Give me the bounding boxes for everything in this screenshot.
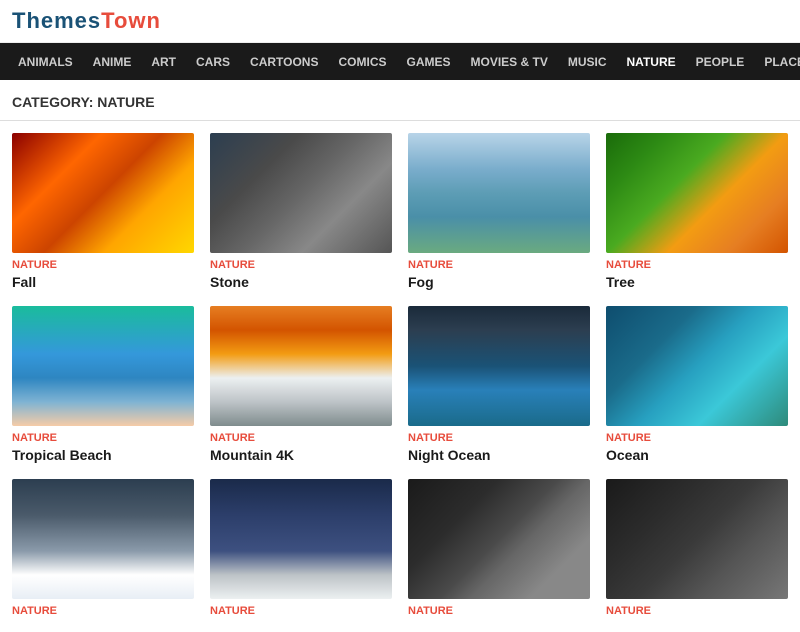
card-image-night-ocean: [408, 306, 590, 426]
card-category-row3-4: NATURE: [606, 605, 788, 617]
card-title-tree: Tree: [606, 274, 788, 290]
card-image-ocean: [606, 306, 788, 426]
nav-people[interactable]: PEOPLE: [686, 45, 755, 79]
card-category-stone: NATURE: [210, 259, 392, 271]
card-category-row3-1: NATURE: [12, 605, 194, 617]
card-image-mountain-4k: [210, 306, 392, 426]
card-image-row3-2: [210, 479, 392, 599]
nav-cartoons[interactable]: CARTOONS: [240, 45, 328, 79]
card-row3-2[interactable]: NATURE: [210, 479, 392, 620]
card-title-night-ocean: Night Ocean: [408, 447, 590, 463]
card-image-row3-4: [606, 479, 788, 599]
card-image-row3-1: [12, 479, 194, 599]
card-fog[interactable]: NATURE Fog: [408, 133, 590, 290]
nav-animals[interactable]: ANIMALS: [8, 45, 83, 79]
category-heading: CATEGORY: NATURE: [0, 80, 800, 121]
card-category-tree: NATURE: [606, 259, 788, 271]
card-category-mountain-4k: NATURE: [210, 432, 392, 444]
site-logo[interactable]: ThemesTown: [12, 8, 788, 34]
cards-grid: NATURE Fall NATURE Stone NATURE Fog NATU…: [0, 121, 800, 632]
card-fall[interactable]: NATURE Fall: [12, 133, 194, 290]
card-title-tropical-beach: Tropical Beach: [12, 447, 194, 463]
card-title-fall: Fall: [12, 274, 194, 290]
card-tree[interactable]: NATURE Tree: [606, 133, 788, 290]
card-image-row3-3: [408, 479, 590, 599]
card-ocean[interactable]: NATURE Ocean: [606, 306, 788, 463]
card-title-stone: Stone: [210, 274, 392, 290]
nav-places[interactable]: PLACES: [754, 45, 800, 79]
card-title-ocean: Ocean: [606, 447, 788, 463]
card-row3-4[interactable]: NATURE: [606, 479, 788, 620]
site-header: ThemesTown: [0, 0, 800, 43]
card-title-mountain-4k: Mountain 4K: [210, 447, 392, 463]
nav-comics[interactable]: COMICS: [328, 45, 396, 79]
card-title-fog: Fog: [408, 274, 590, 290]
card-image-tree: [606, 133, 788, 253]
card-category-fog: NATURE: [408, 259, 590, 271]
card-image-tropical-beach: [12, 306, 194, 426]
nav-games[interactable]: GAMES: [396, 45, 460, 79]
nav-art[interactable]: ART: [141, 45, 186, 79]
card-mountain-4k[interactable]: NATURE Mountain 4K: [210, 306, 392, 463]
card-category-row3-3: NATURE: [408, 605, 590, 617]
main-nav: ANIMALS ANIME ART CARS CARTOONS COMICS G…: [0, 43, 800, 80]
nav-anime[interactable]: ANIME: [83, 45, 142, 79]
card-category-ocean: NATURE: [606, 432, 788, 444]
card-image-fall: [12, 133, 194, 253]
card-category-tropical-beach: NATURE: [12, 432, 194, 444]
card-category-night-ocean: NATURE: [408, 432, 590, 444]
nav-nature[interactable]: NATURE: [617, 45, 686, 79]
nav-movies-tv[interactable]: MOVIES & TV: [461, 45, 558, 79]
card-stone[interactable]: NATURE Stone: [210, 133, 392, 290]
card-row3-3[interactable]: NATURE: [408, 479, 590, 620]
nav-cars[interactable]: CARS: [186, 45, 240, 79]
card-category-fall: NATURE: [12, 259, 194, 271]
card-tropical-beach[interactable]: NATURE Tropical Beach: [12, 306, 194, 463]
card-image-fog: [408, 133, 590, 253]
card-night-ocean[interactable]: NATURE Night Ocean: [408, 306, 590, 463]
nav-music[interactable]: MUSIC: [558, 45, 617, 79]
card-category-row3-2: NATURE: [210, 605, 392, 617]
card-row3-1[interactable]: NATURE: [12, 479, 194, 620]
card-image-stone: [210, 133, 392, 253]
